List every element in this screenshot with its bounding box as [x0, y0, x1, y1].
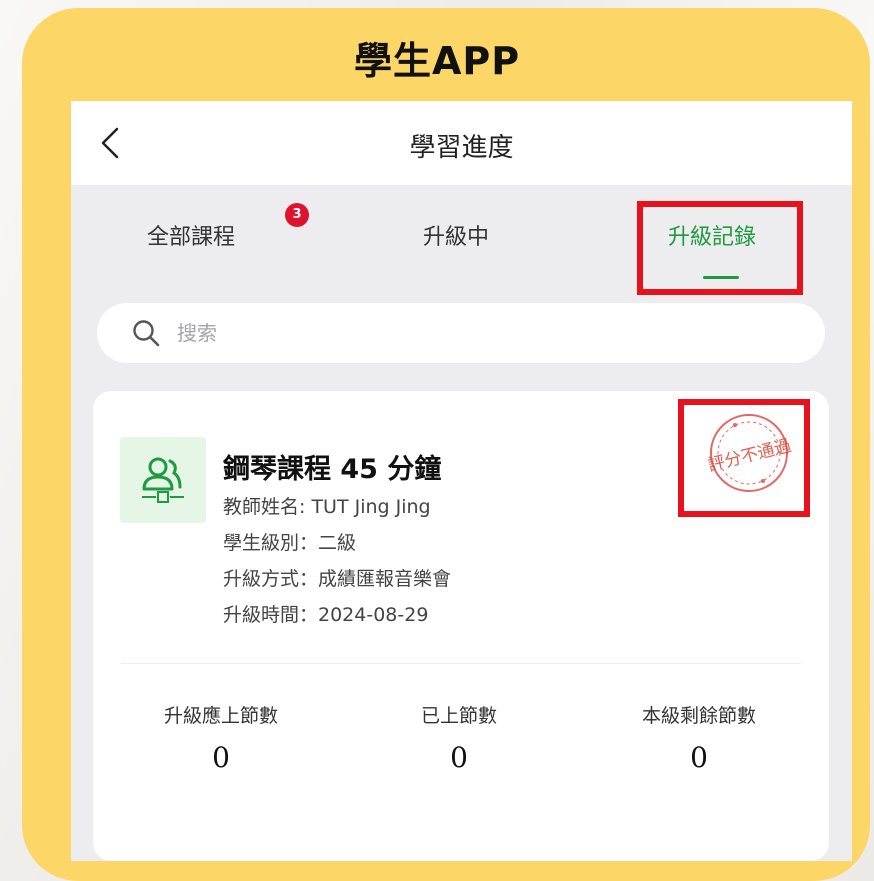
students-icon — [142, 457, 184, 503]
teacher-name: 教師姓名: TUT Jing Jing — [223, 496, 431, 518]
highlight-box-tab — [637, 201, 803, 295]
page-title: 學習進度 — [409, 133, 514, 163]
nav-bar: 學習進度 — [71, 101, 852, 185]
phone-screen: 學習進度 全部課程 3 升級中 升級記錄 鋼琴課程 45 分鐘 教師姓名: TU — [71, 101, 852, 861]
course-title: 鋼琴課程 45 分鐘 — [223, 454, 442, 485]
stat-label-required: 升級應上節數 — [163, 705, 278, 727]
tab-upgrading[interactable]: 升級中 — [423, 219, 489, 251]
app-title: 學生APP — [353, 39, 521, 83]
highlight-box-stamp — [678, 399, 810, 517]
search-icon — [133, 320, 160, 347]
stat-label-remaining: 本級剩餘節數 — [641, 705, 756, 727]
stat-value-attended: 0 — [450, 741, 468, 774]
notification-badge: 3 — [285, 203, 309, 227]
stat-label-attended: 已上節數 — [420, 705, 497, 727]
card-divider — [121, 663, 801, 664]
stat-value-required: 0 — [212, 741, 230, 774]
student-level: 學生級別：二級 — [223, 532, 357, 554]
course-card[interactable]: 鋼琴課程 45 分鐘 教師姓名: TUT Jing Jing 學生級別：二級 升… — [93, 391, 829, 861]
upgrade-time: 升級時間：2024-08-29 — [223, 604, 429, 626]
stat-value-remaining: 0 — [690, 741, 708, 774]
search-input[interactable] — [177, 318, 777, 348]
search-bar[interactable] — [97, 303, 825, 363]
upgrade-method: 升級方式：成績匯報音樂會 — [223, 568, 452, 590]
tab-all-courses[interactable]: 全部課程 — [147, 219, 235, 251]
course-icon — [120, 437, 206, 523]
